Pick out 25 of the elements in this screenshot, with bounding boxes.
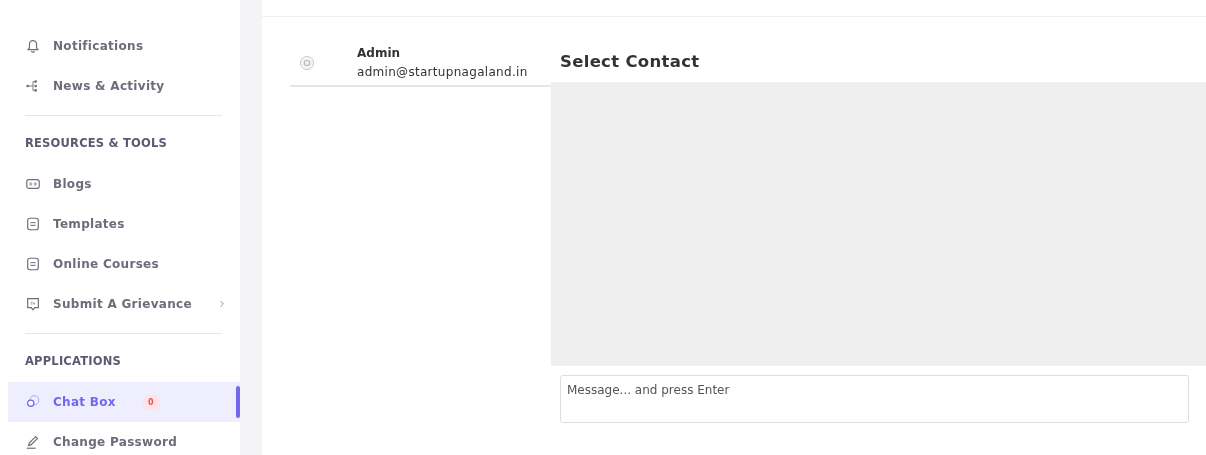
chat-icon <box>25 394 41 410</box>
document-icon <box>25 256 41 272</box>
sidebar-item[interactable]: Notifications <box>8 26 240 66</box>
sidebar-item[interactable]: Submit A Grievance <box>8 284 240 324</box>
pencil-icon <box>25 434 41 450</box>
contact-name: Admin <box>357 46 402 60</box>
chat-title: Select Contact <box>560 52 701 73</box>
section-heading: RESOURCES & TOOLS <box>24 136 168 152</box>
sidebar-item[interactable]: Blogs <box>8 164 240 204</box>
sidebar-item[interactable]: Online Courses <box>8 244 240 284</box>
document-icon <box>25 216 41 232</box>
card-icon <box>25 176 41 192</box>
bell-icon <box>25 38 41 54</box>
sidebar-item[interactable]: News & Activity <box>8 66 240 106</box>
active-indicator <box>236 386 240 418</box>
sidebar-item[interactable]: Chat Box 0 <box>8 382 240 422</box>
speech-bubble-icon <box>25 296 41 312</box>
avatar-icon <box>299 54 315 71</box>
contact-item[interactable]: Admin admin@startupnagaland.in <box>290 44 551 87</box>
section-heading: APPLICATIONS <box>24 354 123 370</box>
sidebar-item[interactable]: Templates <box>8 204 240 244</box>
count-badge: 0 <box>141 394 160 410</box>
contact-email: admin@startupnagaland.in <box>357 65 528 79</box>
sidebar-item[interactable]: Change Password <box>8 422 240 455</box>
message-field[interactable]: Message... and press Enter <box>560 375 1189 423</box>
